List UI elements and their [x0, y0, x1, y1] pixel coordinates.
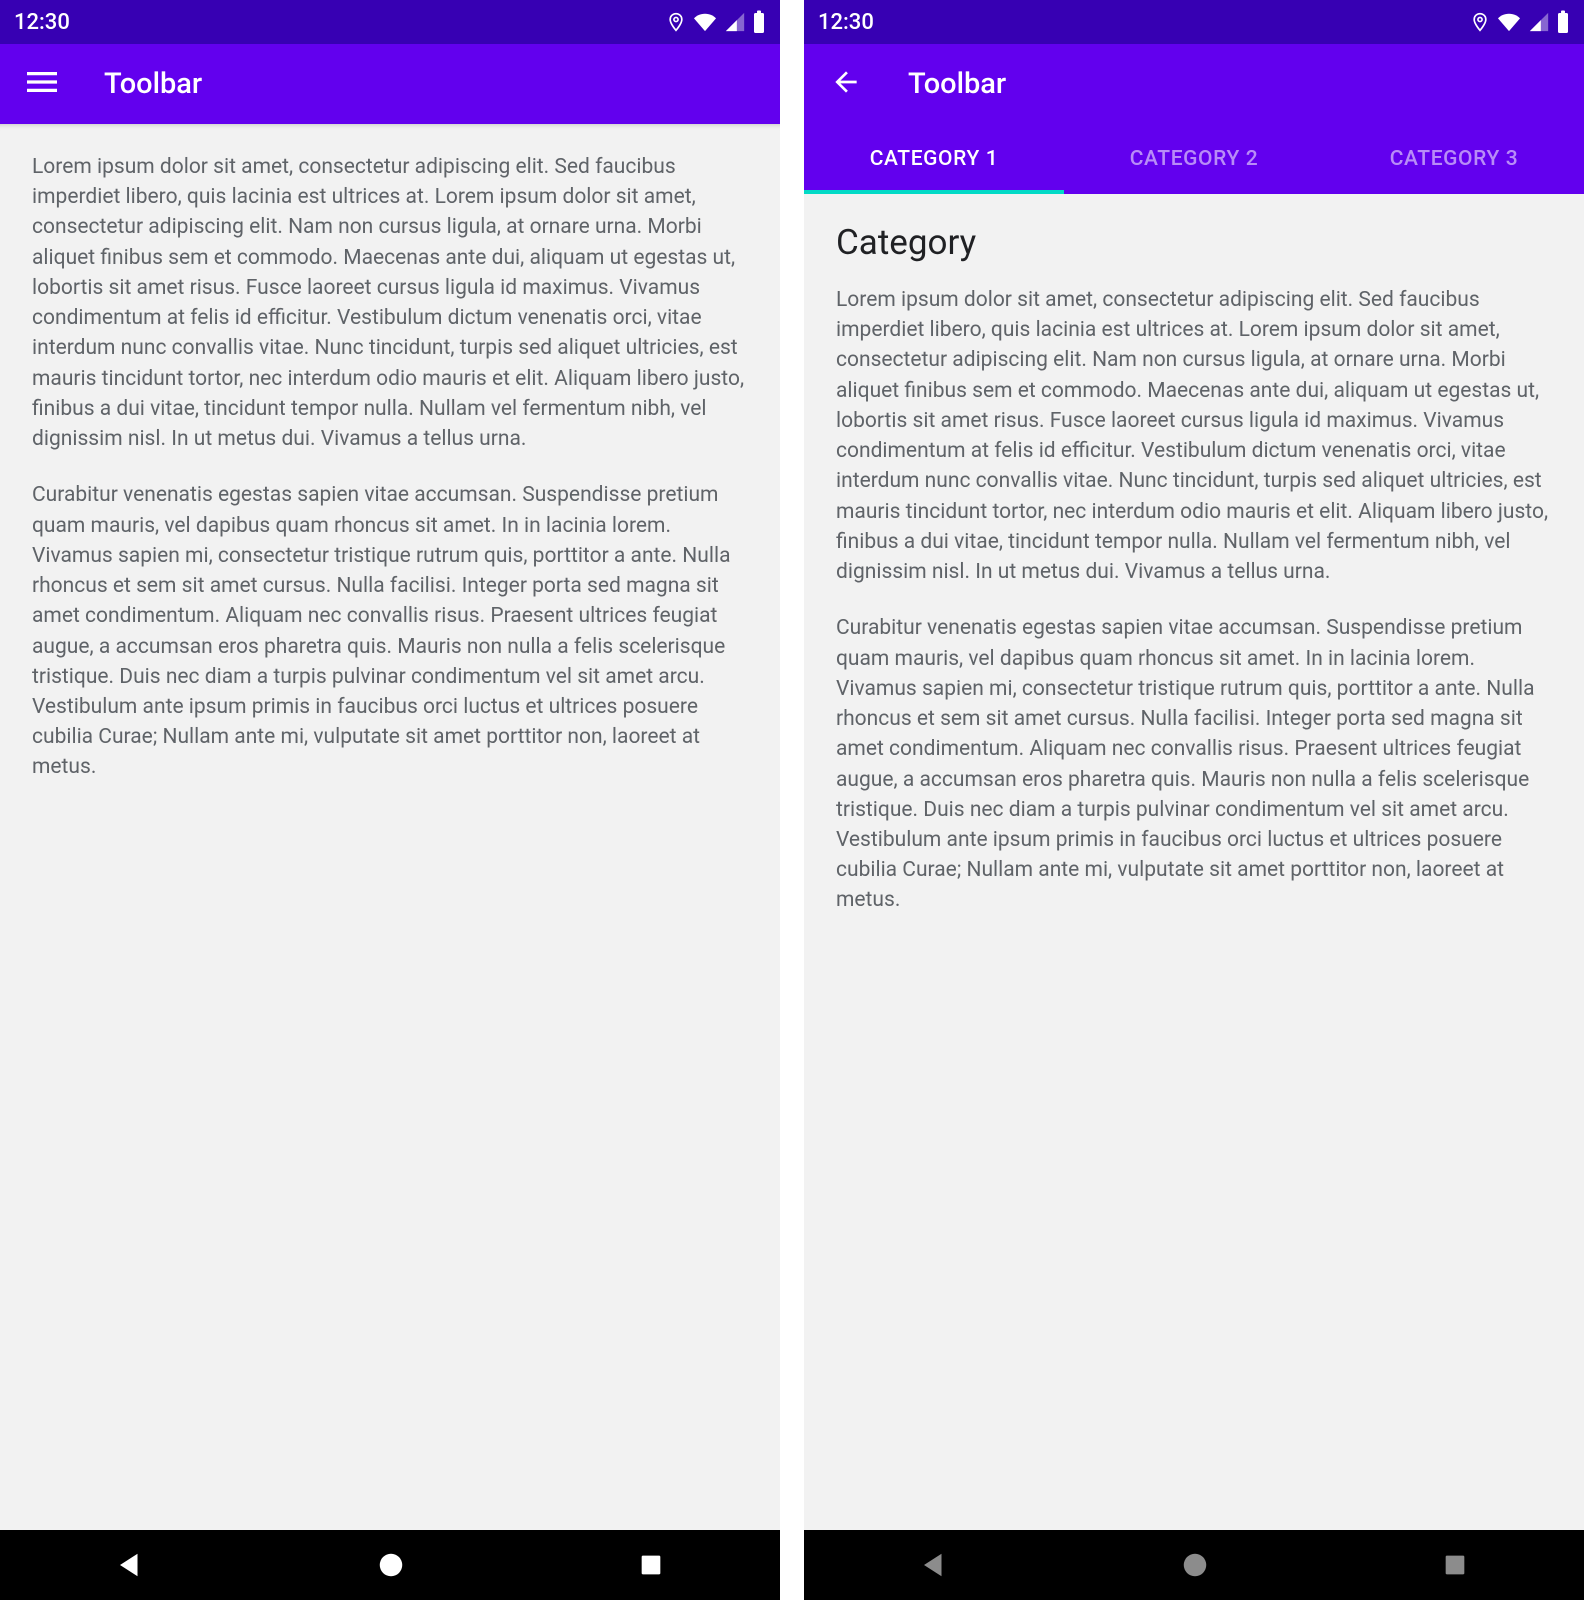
location-icon [666, 10, 686, 34]
cell-signal-icon [1528, 11, 1550, 33]
battery-icon [752, 10, 766, 34]
body-paragraph: Lorem ipsum dolor sit amet, consectetur … [836, 285, 1552, 587]
back-button[interactable] [828, 66, 864, 102]
toolbar-title: Toolbar [104, 67, 202, 101]
nav-recents-button[interactable] [1441, 1551, 1469, 1579]
nav-home-button[interactable] [1180, 1550, 1210, 1580]
wifi-icon [692, 11, 718, 33]
tab-category-1[interactable]: CATEGORY 1 [804, 124, 1064, 194]
cell-signal-icon [724, 11, 746, 33]
nav-back-button[interactable] [919, 1550, 949, 1580]
body-paragraph: Curabitur venenatis egestas sapien vitae… [836, 613, 1552, 915]
tab-label: CATEGORY 1 [870, 147, 999, 171]
phone-screen-2: 12:30 Toolbar CATEGORY 1 CATEGORY [804, 0, 1584, 1600]
tab-category-2[interactable]: CATEGORY 2 [1064, 124, 1324, 194]
body-paragraph: Lorem ipsum dolor sit amet, consectetur … [32, 152, 748, 454]
status-time: 12:30 [14, 10, 70, 35]
content-heading: Category [836, 222, 1552, 263]
system-nav-bar [804, 1530, 1584, 1600]
body-paragraph: Curabitur venenatis egestas sapien vitae… [32, 480, 748, 782]
toolbar-title: Toolbar [908, 67, 1006, 101]
app-toolbar: Toolbar [804, 44, 1584, 124]
tab-label: CATEGORY 2 [1130, 147, 1259, 171]
nav-home-button[interactable] [376, 1550, 406, 1580]
tab-bar: CATEGORY 1 CATEGORY 2 CATEGORY 3 [804, 124, 1584, 194]
scroll-content[interactable]: Category Lorem ipsum dolor sit amet, con… [804, 194, 1584, 1530]
battery-icon [1556, 10, 1570, 34]
status-time: 12:30 [818, 10, 874, 35]
scroll-content[interactable]: Lorem ipsum dolor sit amet, consectetur … [0, 124, 780, 1530]
tab-label: CATEGORY 3 [1390, 147, 1519, 171]
nav-recents-button[interactable] [637, 1551, 665, 1579]
wifi-icon [1496, 11, 1522, 33]
menu-button[interactable] [24, 66, 60, 102]
nav-back-button[interactable] [115, 1550, 145, 1580]
location-icon [1470, 10, 1490, 34]
system-nav-bar [0, 1530, 780, 1600]
tab-category-3[interactable]: CATEGORY 3 [1324, 124, 1584, 194]
app-toolbar: Toolbar [0, 44, 780, 124]
status-icons [1470, 10, 1570, 34]
phone-screen-1: 12:30 Toolbar Lorem ipsum dolor sit a [0, 0, 780, 1600]
arrow-back-icon [830, 66, 862, 102]
status-bar: 12:30 [804, 0, 1584, 44]
status-icons [666, 10, 766, 34]
status-bar: 12:30 [0, 0, 780, 44]
hamburger-icon [27, 67, 57, 101]
